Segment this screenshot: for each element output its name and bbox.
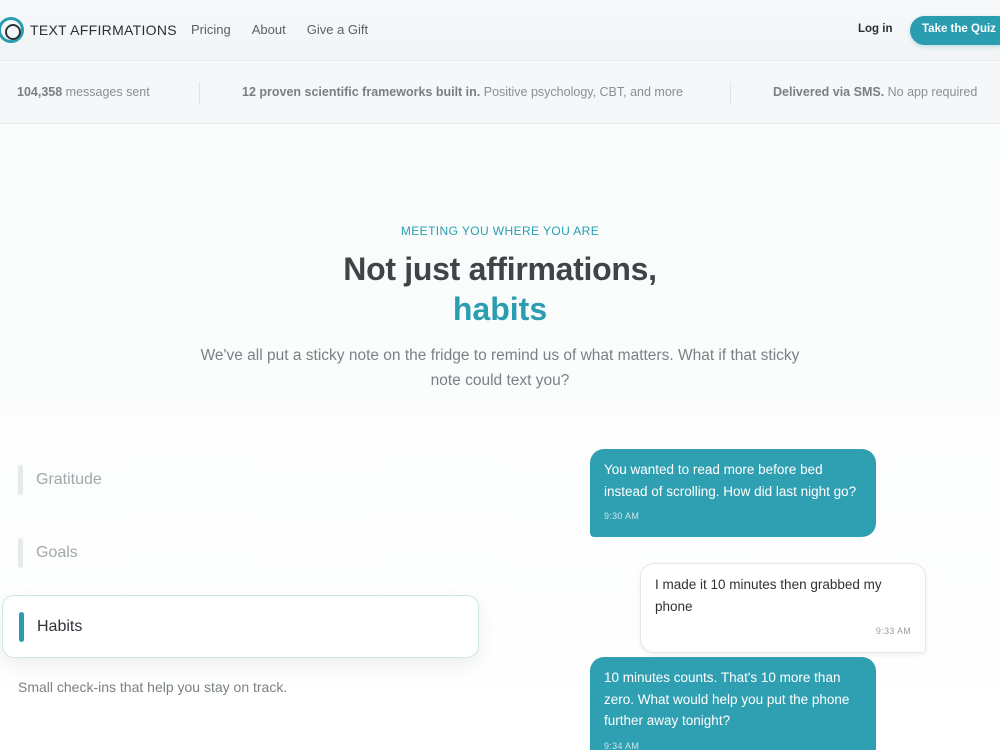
stat-label: Positive psychology, CBT, and more (480, 85, 683, 99)
stat-value: 104,358 (17, 85, 63, 99)
site-header: TEXT AFFIRMATIONS Pricing About Give a G… (0, 0, 1000, 61)
divider (199, 82, 200, 104)
divider (730, 82, 731, 104)
tab-label: Goals (36, 544, 78, 561)
tab-label: Habits (37, 618, 83, 635)
chat-message-reply: I made it 10 minutes then grabbed my pho… (640, 563, 926, 653)
stats-bar: 104,358 messages sent 12 proven scientif… (0, 62, 1000, 124)
nav-link-pricing[interactable]: Pricing (191, 22, 231, 37)
stat-label: No app required (884, 85, 978, 99)
brand-logo[interactable]: TEXT AFFIRMATIONS (0, 17, 177, 43)
stat-frameworks: 12 proven scientific frameworks built in… (242, 85, 683, 99)
hero-description: We've all put a sticky note on the fridg… (200, 347, 800, 389)
tab-indicator (18, 538, 23, 568)
take-quiz-button[interactable]: Take the Quiz (910, 16, 1000, 45)
stat-messages-sent: 104,358 messages sent (17, 85, 150, 99)
message-time: 9:34 AM (604, 740, 640, 750)
stat-label: messages sent (62, 85, 150, 99)
chat-message-incoming: You wanted to read more before bed inste… (590, 449, 876, 537)
main-nav: Pricing About Give a Gift (191, 22, 368, 37)
nav-link-give-a-gift[interactable]: Give a Gift (307, 22, 368, 37)
hero-title: Not just affirmations, (343, 251, 657, 287)
hero-title-accent: habits (452, 291, 548, 327)
message-text: 10 minutes counts. That's 10 more than z… (604, 670, 850, 728)
tab-indicator-active (19, 612, 24, 642)
tab-habits[interactable]: Habits (2, 595, 479, 658)
section-eyebrow: MEETING YOU WHERE YOU ARE (400, 224, 600, 238)
message-text: You wanted to read more before bed inste… (604, 462, 857, 499)
nav-link-about[interactable]: About (252, 22, 286, 37)
stat-value: Delivered via SMS. (773, 85, 885, 99)
tab-label: Gratitude (36, 471, 102, 488)
message-text: I made it 10 minutes then grabbed my pho… (655, 577, 882, 614)
stat-value: 12 proven scientific frameworks built in… (242, 85, 481, 99)
stat-delivery: Delivered via SMS. No app required (773, 85, 977, 99)
brand-name: TEXT AFFIRMATIONS (30, 22, 177, 38)
message-time: 9:30 AM (604, 511, 640, 521)
chat-message-incoming: 10 minutes counts. That's 10 more than z… (590, 657, 876, 750)
logo-mark-icon (0, 17, 24, 43)
tab-description: Small check-ins that help you stay on tr… (18, 679, 288, 695)
message-time: 9:33 AM (875, 626, 911, 636)
tab-indicator (18, 465, 23, 495)
login-link[interactable]: Log in (858, 23, 893, 35)
